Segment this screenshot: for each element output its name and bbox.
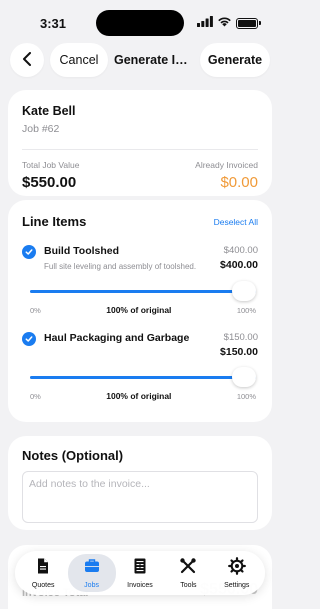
tab-quotes[interactable]: Quotes xyxy=(19,554,67,592)
chevron-left-icon xyxy=(22,51,32,69)
line-items-header: Line Items Deselect All xyxy=(22,214,258,229)
status-icons xyxy=(197,14,261,32)
status-time: 3:31 xyxy=(40,15,67,31)
notes-card: Notes (Optional) Add notes to the invoic… xyxy=(8,436,272,530)
slider-min-label: 0% xyxy=(30,305,41,315)
client-summary-card: Kate Bell Job #62 Total Job Value $550.0… xyxy=(8,90,272,196)
cancel-button[interactable]: Cancel xyxy=(50,43,108,77)
job-value-row: Total Job Value $550.00 Already Invoiced… xyxy=(22,160,258,191)
already-invoiced-value: $0.00 xyxy=(220,174,258,191)
job-number: Job #62 xyxy=(22,123,60,135)
tab-label: Settings xyxy=(224,582,250,589)
checkmark-icon[interactable] xyxy=(22,332,36,346)
dynamic-island xyxy=(96,10,184,36)
line-item-description: Full site leveling and assembly of tools… xyxy=(44,262,197,271)
gear-icon xyxy=(227,557,246,580)
slider-max-label: 100% xyxy=(236,305,256,315)
line-item-name: Build Toolshed xyxy=(44,245,120,257)
tab-label: Quotes xyxy=(31,582,55,589)
client-name: Kate Bell xyxy=(22,104,76,118)
line-item-invoiced-price: $150.00 xyxy=(220,346,258,358)
slider-fill xyxy=(30,375,256,379)
slider-percent-label: 100% of original xyxy=(106,391,172,401)
slider-max-label: 100% xyxy=(236,391,256,401)
slider-percent-label: 100% of original xyxy=(106,305,172,315)
briefcase-icon xyxy=(83,557,101,580)
notes-textarea[interactable]: Add notes to the invoice... xyxy=(22,471,258,523)
line-item-name: Haul Packaging and Garbage xyxy=(44,332,190,344)
tab-jobs[interactable]: Jobs xyxy=(67,554,116,592)
slider-thumb[interactable] xyxy=(232,281,256,301)
percent-slider[interactable] xyxy=(30,367,256,387)
line-items-card: Line Items Deselect All Build Toolshed F… xyxy=(8,200,272,422)
deselect-all-button[interactable]: Deselect All xyxy=(214,217,258,227)
navigation-bar: Cancel Generate Invoice Generate xyxy=(0,42,280,78)
tab-tools[interactable]: Tools xyxy=(164,554,212,592)
tab-settings[interactable]: Settings xyxy=(213,554,261,592)
line-item-original-price: $400.00 xyxy=(223,245,258,256)
tab-label: Invoices xyxy=(127,582,153,589)
slider-min-label: 0% xyxy=(30,391,41,401)
document-icon xyxy=(34,557,52,580)
line-item: Haul Packaging and Garbage $150.00 $150.… xyxy=(22,332,258,401)
slider-fill xyxy=(30,289,256,293)
slider-thumb[interactable] xyxy=(232,367,256,387)
generate-button[interactable]: Generate xyxy=(200,43,270,77)
signal-icon xyxy=(197,14,213,32)
line-item: Build Toolshed Full site leveling and as… xyxy=(22,245,258,315)
already-invoiced-label: Already Invoiced xyxy=(195,160,258,170)
page-title: Generate Invoice xyxy=(114,53,194,67)
line-item-invoiced-price: $400.00 xyxy=(220,259,258,271)
notes-title: Notes (Optional) xyxy=(22,448,124,463)
tab-label: Tools xyxy=(180,582,197,589)
tab-label: Jobs xyxy=(84,582,99,589)
status-bar: 3:31 xyxy=(0,0,280,44)
tab-bar: Quotes Jobs Invoices Tools Settings xyxy=(15,551,265,595)
back-button[interactable] xyxy=(10,43,44,77)
battery-icon xyxy=(236,17,261,29)
invoice-icon xyxy=(131,557,149,580)
tab-invoices[interactable]: Invoices xyxy=(116,554,164,592)
slider-labels: 0% 100% of original 100% xyxy=(30,305,256,315)
total-job-value-label: Total Job Value xyxy=(22,160,80,170)
wifi-icon xyxy=(217,14,232,32)
tools-icon xyxy=(179,557,197,580)
divider xyxy=(22,149,258,150)
checkmark-icon[interactable] xyxy=(22,245,36,259)
slider-labels: 0% 100% of original 100% xyxy=(30,391,256,401)
line-items-title: Line Items xyxy=(22,214,87,229)
total-job-value: $550.00 xyxy=(22,174,77,191)
line-item-original-price: $150.00 xyxy=(223,332,258,343)
percent-slider[interactable] xyxy=(30,281,256,301)
